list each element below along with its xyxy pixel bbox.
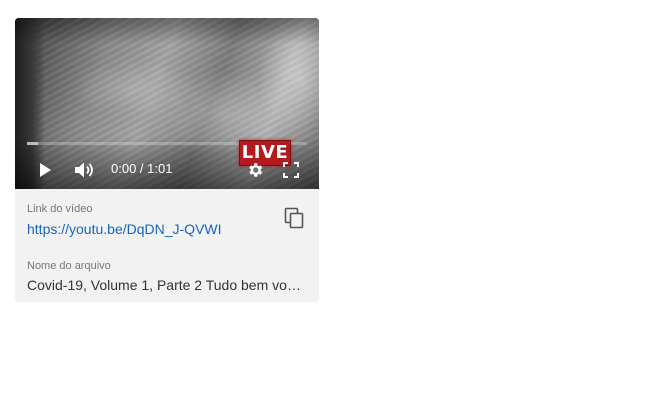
time-display: 0:00 / 1:01 [111, 161, 173, 176]
copy-icon [284, 207, 304, 229]
video-player[interactable]: LIVE 0:00 / 1:01 [15, 18, 319, 189]
fullscreen-button[interactable] [279, 158, 303, 182]
play-icon [40, 163, 51, 177]
video-link[interactable]: https://youtu.be/DqDN_J-QVWI [27, 221, 222, 237]
link-label: Link do vídeo [27, 203, 93, 215]
file-name-label: Nome do arquivo [27, 260, 111, 272]
fullscreen-icon [283, 162, 299, 178]
gear-icon [249, 163, 263, 177]
volume-button[interactable] [71, 158, 99, 182]
video-card: LIVE 0:00 / 1:01 Link do vídeo https://y… [15, 18, 319, 302]
volume-icon [75, 162, 93, 178]
settings-button[interactable] [243, 158, 267, 182]
play-button[interactable] [33, 158, 57, 182]
copy-link-button[interactable] [281, 205, 307, 231]
file-name: Covid-19, Volume 1, Parte 2 Tudo bem voc… [27, 277, 303, 293]
